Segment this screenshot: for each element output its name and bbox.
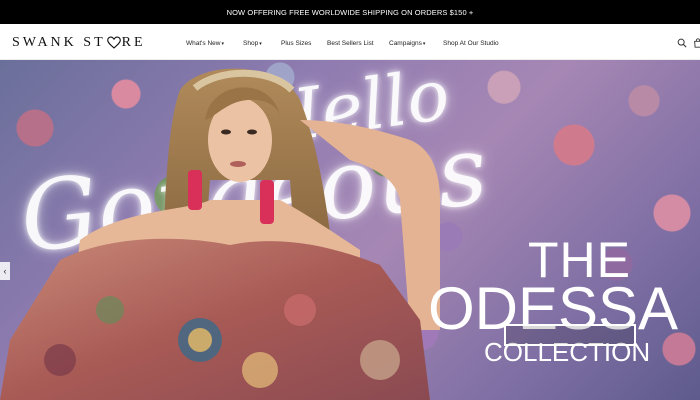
nav-label: What's New <box>186 40 221 47</box>
nav-item-shop[interactable]: Shop▾ <box>243 40 262 47</box>
site-header: SWANK ST RE What's New▾ Shop▾ Plus Sizes… <box>0 24 700 60</box>
nav-label: Plus Sizes <box>281 40 312 47</box>
nav-label: Best Sellers List <box>327 40 374 47</box>
nav-item-campaigns[interactable]: Campaigns▾ <box>389 40 425 47</box>
chevron-down-icon: ▾ <box>259 41 262 47</box>
chevron-down-icon: ▾ <box>422 41 426 47</box>
nav-item-plus-sizes[interactable]: Plus Sizes <box>281 40 311 47</box>
cart-icon[interactable] <box>693 38 700 48</box>
nav-label: Shop At Our Studio <box>443 40 499 47</box>
chevron-down-icon: ▾ <box>221 41 224 47</box>
nav-label: Shop <box>243 40 259 47</box>
hero-banner[interactable]: Hello Gorgeous THE ODESSA COLLECTION ‹ <box>0 60 700 400</box>
announcement-bar: NOW OFFERING FREE WORLDWIDE SHIPPING ON … <box>0 0 700 24</box>
main-nav: What's New▾ Shop▾ Plus Sizes Best Seller… <box>0 40 700 50</box>
nav-item-shop-at-studio[interactable]: Shop At Our Studio <box>443 40 499 47</box>
search-icon[interactable] <box>677 38 687 48</box>
slider-prev-arrow-icon[interactable]: ‹ <box>0 262 10 280</box>
nav-label: Campaigns <box>389 40 422 47</box>
shop-collection-button[interactable] <box>504 324 636 346</box>
nav-item-best-sellers[interactable]: Best Sellers List <box>327 40 374 47</box>
announcement-text: NOW OFFERING FREE WORLDWIDE SHIPPING ON … <box>226 7 474 17</box>
nav-item-whats-new[interactable]: What's New▾ <box>186 40 224 47</box>
